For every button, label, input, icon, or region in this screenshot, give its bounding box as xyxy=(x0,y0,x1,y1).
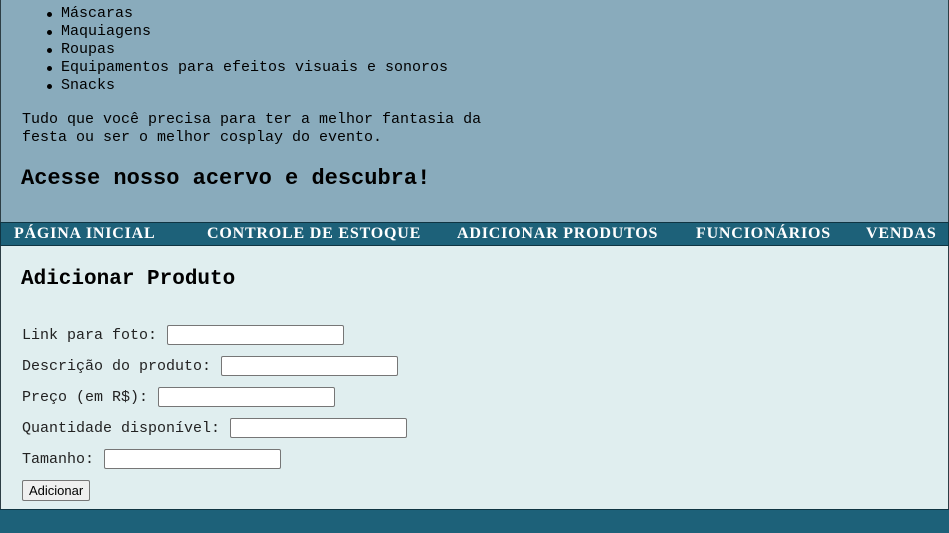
description-input[interactable] xyxy=(221,356,399,376)
add-product-section: Adicionar Produto Link para foto: Descri… xyxy=(0,246,949,509)
photo-link-input[interactable] xyxy=(167,325,345,345)
footer xyxy=(0,509,949,533)
list-item: Roupas xyxy=(46,41,448,59)
main-navigation: PÁGINA INICIAL CONTROLE DE ESTOQUE ADICI… xyxy=(0,222,949,246)
description-label: Descrição do produto: xyxy=(22,357,212,375)
add-product-button[interactable]: Adicionar xyxy=(22,480,91,501)
product-category-list: Máscaras Maquiagens Roupas Equipamentos … xyxy=(46,5,449,95)
list-item: Máscaras xyxy=(46,5,448,23)
quantity-row: Quantidade disponível: xyxy=(22,417,408,439)
nav-link-employees[interactable]: FUNCIONÁRIOS xyxy=(696,225,831,243)
list-item: Maquiagens xyxy=(46,23,448,41)
size-row: Tamanho: xyxy=(22,448,282,470)
nav-link-stock-control[interactable]: CONTROLE DE ESTOQUE xyxy=(207,225,421,243)
price-row: Preço (em R$): xyxy=(22,386,336,408)
description-row: Descrição do produto: xyxy=(22,355,399,377)
photo-link-label: Link para foto: xyxy=(22,326,158,344)
list-item: Snacks xyxy=(46,77,448,95)
quantity-input[interactable] xyxy=(230,418,408,438)
size-label: Tamanho: xyxy=(22,450,95,468)
hero-tagline: Tudo que você precisa para ter a melhor … xyxy=(22,111,482,146)
quantity-label: Quantidade disponível: xyxy=(22,419,221,437)
size-input[interactable] xyxy=(104,449,282,469)
nav-link-add-products[interactable]: ADICIONAR PRODUTOS xyxy=(457,225,658,243)
hero-section: Máscaras Maquiagens Roupas Equipamentos … xyxy=(0,0,949,222)
photo-link-row: Link para foto: xyxy=(22,324,345,346)
hero-cta-heading: Acesse nosso acervo e descubra! xyxy=(21,166,431,191)
price-input[interactable] xyxy=(158,387,336,407)
page-title: Adicionar Produto xyxy=(21,268,236,291)
nav-link-sales[interactable]: VENDAS xyxy=(866,225,937,243)
list-item: Equipamentos para efeitos visuais e sono… xyxy=(46,59,449,76)
price-label: Preço (em R$): xyxy=(22,388,149,406)
nav-link-home[interactable]: PÁGINA INICIAL xyxy=(14,225,155,243)
